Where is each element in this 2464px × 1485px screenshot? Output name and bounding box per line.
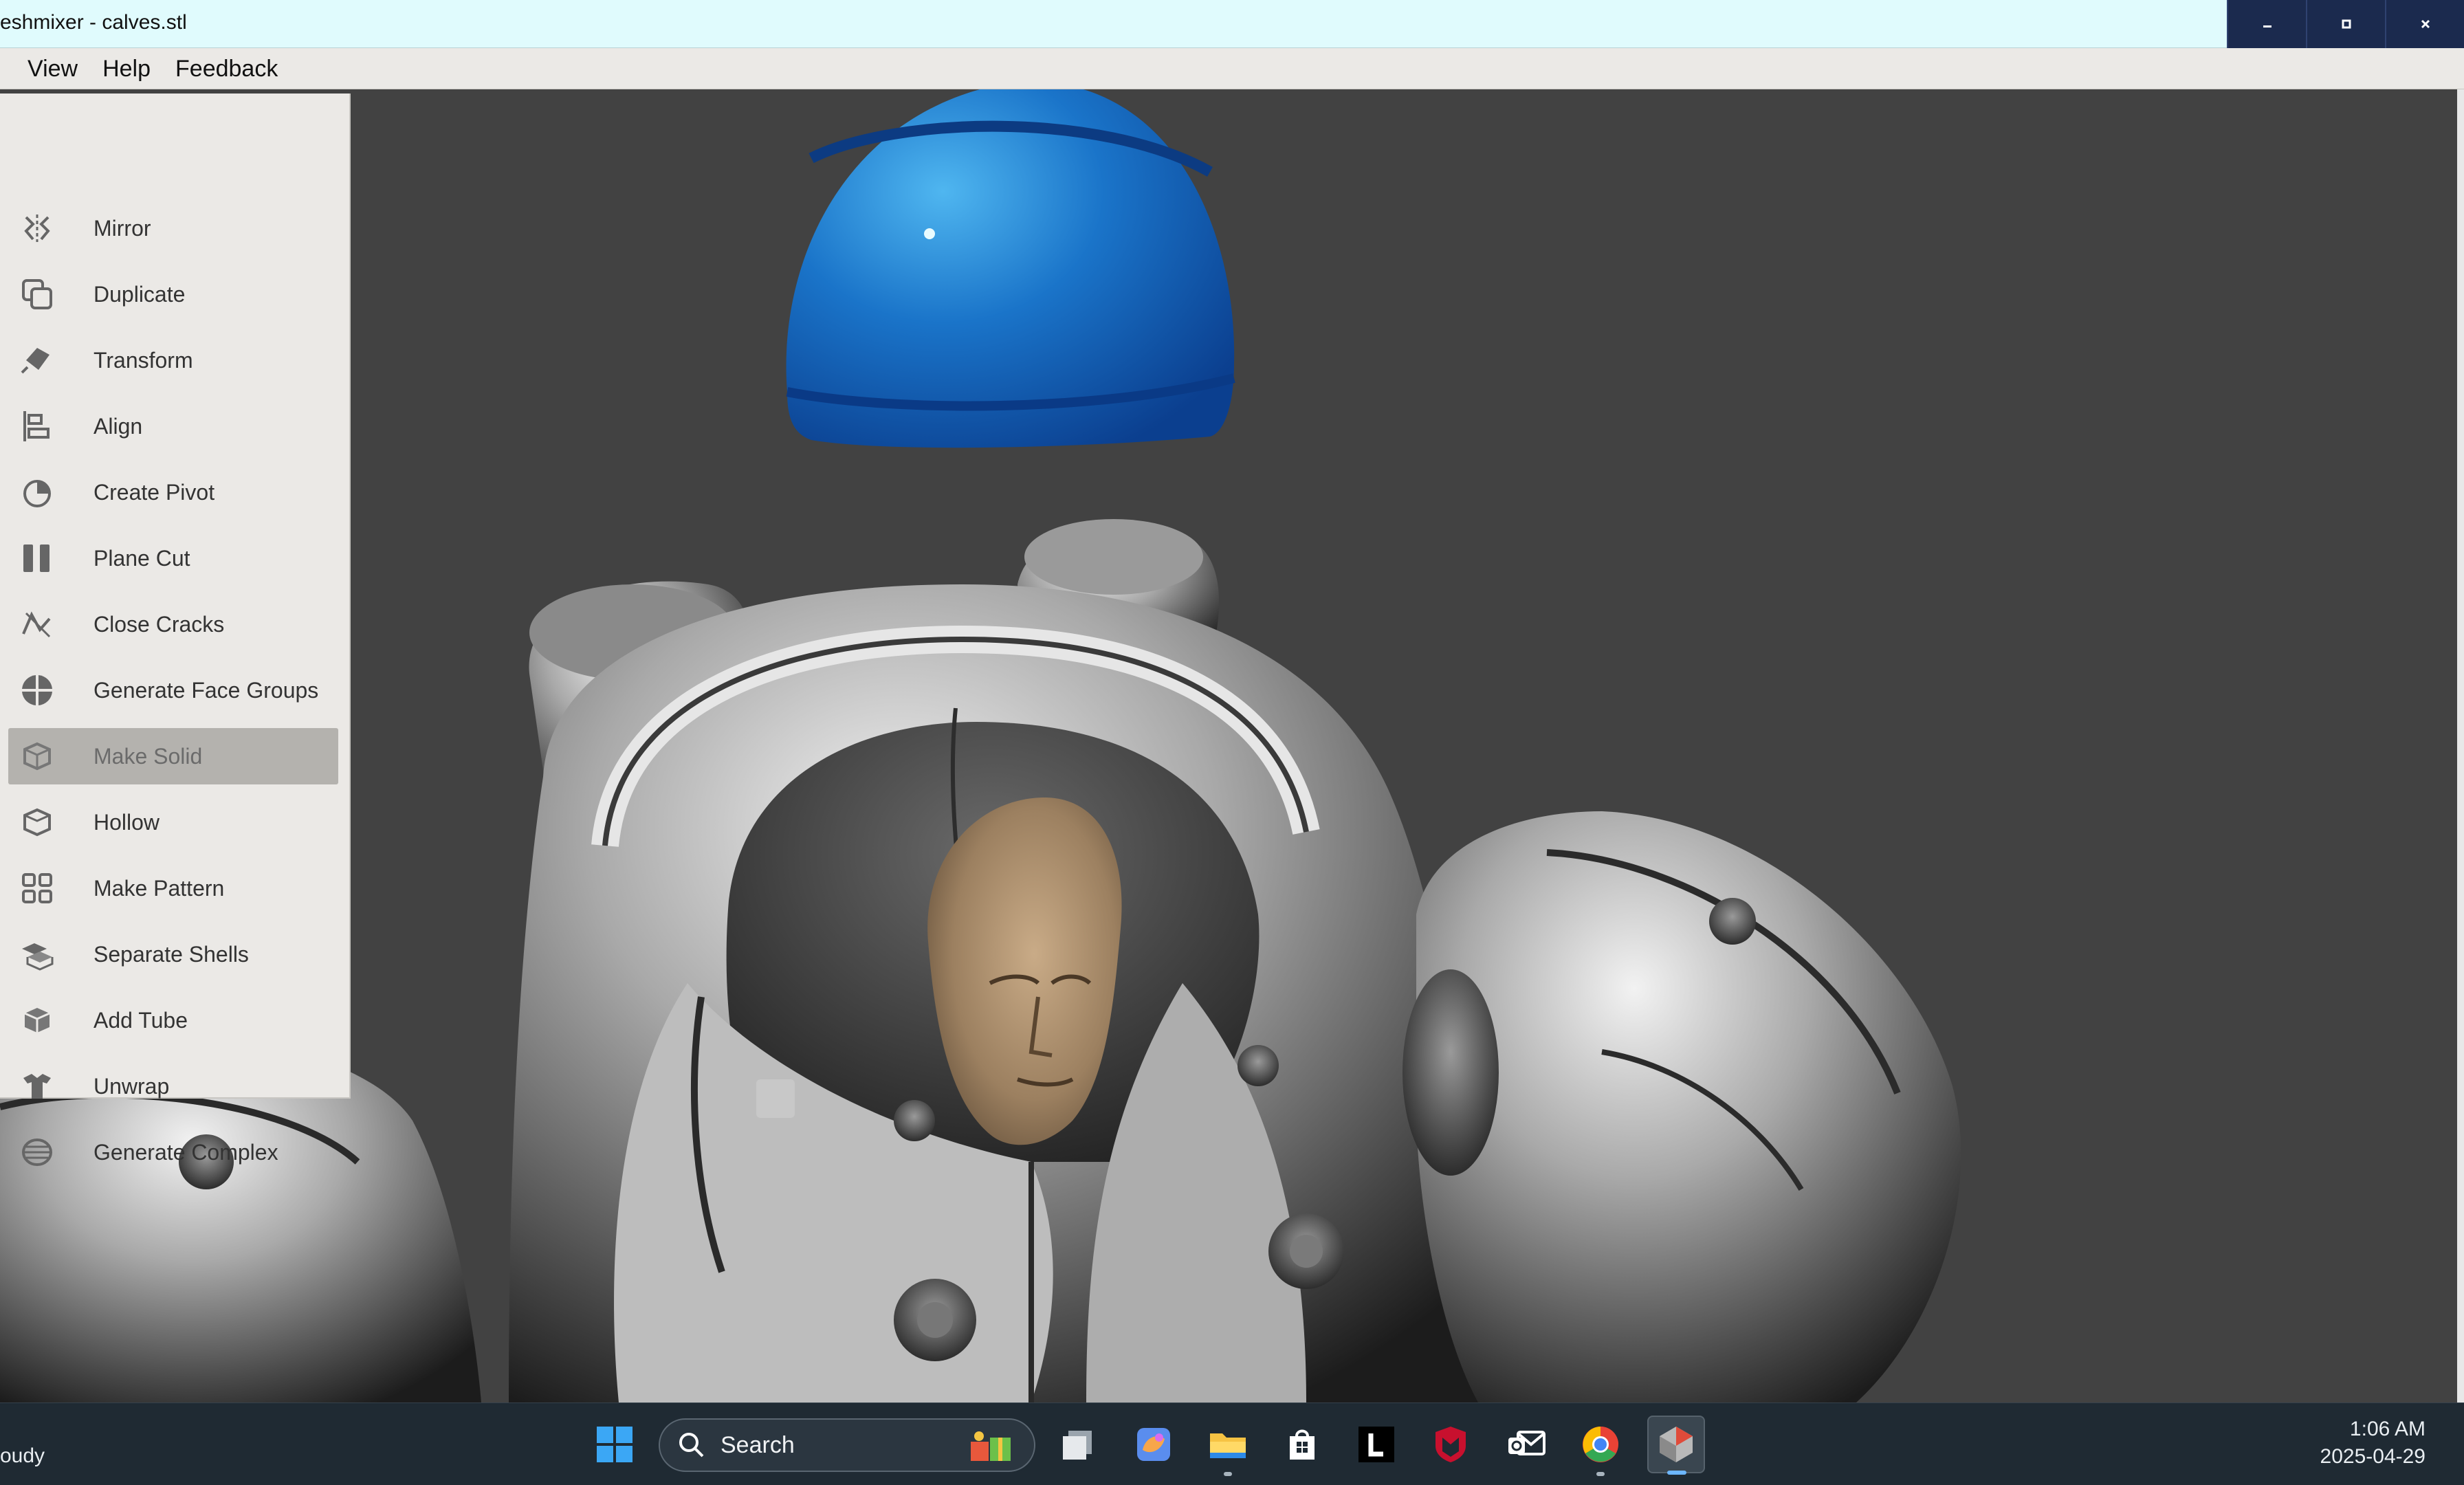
unwrap-icon — [16, 1066, 58, 1107]
task-view-icon — [1063, 1431, 1092, 1460]
system-clock[interactable]: 1:06 AM 2025-04-29 — [2320, 1416, 2426, 1471]
menu-help[interactable]: Help — [90, 48, 163, 89]
mcafee-icon — [1436, 1427, 1466, 1462]
align-icon — [16, 406, 58, 447]
menu-item-generate-complex[interactable]: Generate Complex — [8, 1124, 338, 1180]
store-button[interactable] — [1273, 1416, 1331, 1473]
3d-viewport[interactable] — [0, 89, 2464, 1402]
generate-complex-icon — [16, 1132, 58, 1173]
file-explorer-button[interactable] — [1199, 1416, 1257, 1476]
search-label: Search — [720, 1431, 795, 1458]
menu-item-label: Mirror — [94, 215, 151, 241]
menu-item-transform[interactable]: Transform — [8, 332, 338, 388]
menu-item-label: Hollow — [94, 809, 160, 835]
menu-item-mirror[interactable]: Mirror — [8, 200, 338, 256]
menu-bar: View Help Feedback — [0, 48, 2464, 89]
close-cracks-icon — [16, 604, 58, 645]
menu-view[interactable]: View — [0, 48, 90, 89]
menu-item-make-solid[interactable]: Make Solid — [8, 728, 338, 784]
separate-shells-icon — [16, 934, 58, 975]
menu-item-label: Make Pattern — [94, 875, 225, 901]
microsoft-store-icon — [1290, 1429, 1314, 1460]
clock-date: 2025-04-29 — [2320, 1445, 2426, 1468]
hollow-icon — [16, 802, 58, 843]
taskbar: oudy Search 1:06 AM 2025-04-29 — [0, 1402, 2464, 1485]
menu-item-label: Create Pivot — [94, 479, 215, 505]
duplicate-icon — [16, 274, 58, 315]
menu-item-generate-face-groups[interactable]: Generate Face Groups — [8, 662, 338, 718]
menu-item-label: Generate Complex — [94, 1139, 278, 1165]
scene-render — [0, 89, 1961, 1402]
meshmixer-button[interactable] — [1647, 1416, 1705, 1475]
menu-item-plane-cut[interactable]: Plane Cut — [8, 530, 338, 586]
title-bar: eshmixer - calves.stl — [0, 0, 2464, 48]
weather-text[interactable]: oudy — [0, 1444, 45, 1468]
viewport-scrollbar[interactable] — [2457, 89, 2464, 1402]
outlook-button[interactable] — [1497, 1416, 1555, 1473]
edit-menu-dropdown: Mirror Duplicate Transform Align Create … — [0, 94, 351, 1166]
menu-item-hollow[interactable]: Hollow — [8, 794, 338, 850]
gift-icon — [971, 1431, 1011, 1461]
clock-time: 1:06 AM — [2349, 1418, 2426, 1440]
meshmixer-icon — [1660, 1427, 1693, 1462]
armor-suit-model[interactable] — [509, 519, 1961, 1402]
copilot-button[interactable] — [1125, 1416, 1182, 1473]
menu-item-create-pivot[interactable]: Create Pivot — [8, 464, 338, 520]
menu-item-label: Add Tube — [94, 1007, 188, 1033]
menu-item-duplicate[interactable]: Duplicate — [8, 266, 338, 322]
menu-item-label: Close Cracks — [94, 611, 225, 637]
menu-item-align[interactable]: Align — [8, 398, 338, 454]
menu-item-make-pattern[interactable]: Make Pattern — [8, 860, 338, 916]
view-cube[interactable] — [756, 1079, 795, 1118]
menu-item-label: Unwrap — [94, 1073, 170, 1099]
outlook-icon — [1508, 1431, 1546, 1455]
maximize-icon — [2342, 19, 2351, 29]
pivot-icon — [16, 472, 58, 513]
mirror-icon — [16, 208, 58, 249]
taskbar-search[interactable]: Search — [659, 1418, 1035, 1472]
plane-cut-icon — [16, 538, 58, 579]
menu-item-label: Separate Shells — [94, 941, 249, 967]
chrome-icon — [1583, 1427, 1618, 1462]
l-app-button[interactable] — [1348, 1416, 1405, 1473]
minimize-button[interactable] — [2227, 0, 2306, 48]
task-view-button[interactable] — [1049, 1416, 1107, 1473]
close-button[interactable] — [2385, 0, 2464, 48]
chrome-button[interactable] — [1572, 1416, 1629, 1476]
menu-item-label: Align — [94, 413, 143, 439]
menu-item-unwrap[interactable]: Unwrap — [8, 1058, 338, 1114]
menu-item-label: Generate Face Groups — [94, 677, 319, 703]
menu-item-label: Plane Cut — [94, 545, 190, 571]
menu-item-separate-shells[interactable]: Separate Shells — [8, 926, 338, 982]
search-icon — [679, 1433, 704, 1458]
l-app-icon — [1358, 1427, 1394, 1462]
windows-start-icon — [597, 1427, 632, 1462]
helmet-model[interactable] — [786, 89, 1235, 448]
menu-item-label: Make Solid — [94, 743, 203, 769]
mcafee-button[interactable] — [1422, 1416, 1480, 1473]
add-tube-icon — [16, 1000, 58, 1041]
transform-icon — [16, 340, 58, 381]
minimize-icon — [2263, 25, 2272, 28]
window-controls — [2227, 0, 2464, 48]
pattern-icon — [16, 868, 58, 909]
menu-item-label: Transform — [94, 347, 193, 373]
close-icon — [2421, 19, 2430, 29]
maximize-button[interactable] — [2306, 0, 2385, 48]
file-explorer-icon — [1210, 1433, 1246, 1458]
menu-item-close-cracks[interactable]: Close Cracks — [8, 596, 338, 652]
menu-item-label: Duplicate — [94, 281, 186, 307]
start-button[interactable] — [586, 1416, 644, 1473]
copilot-icon — [1137, 1428, 1170, 1461]
make-solid-icon — [16, 736, 58, 777]
window-title: eshmixer - calves.stl — [0, 11, 187, 34]
menu-item-add-tube[interactable]: Add Tube — [8, 992, 338, 1048]
face-groups-icon — [16, 670, 58, 711]
menu-feedback[interactable]: Feedback — [163, 48, 290, 89]
